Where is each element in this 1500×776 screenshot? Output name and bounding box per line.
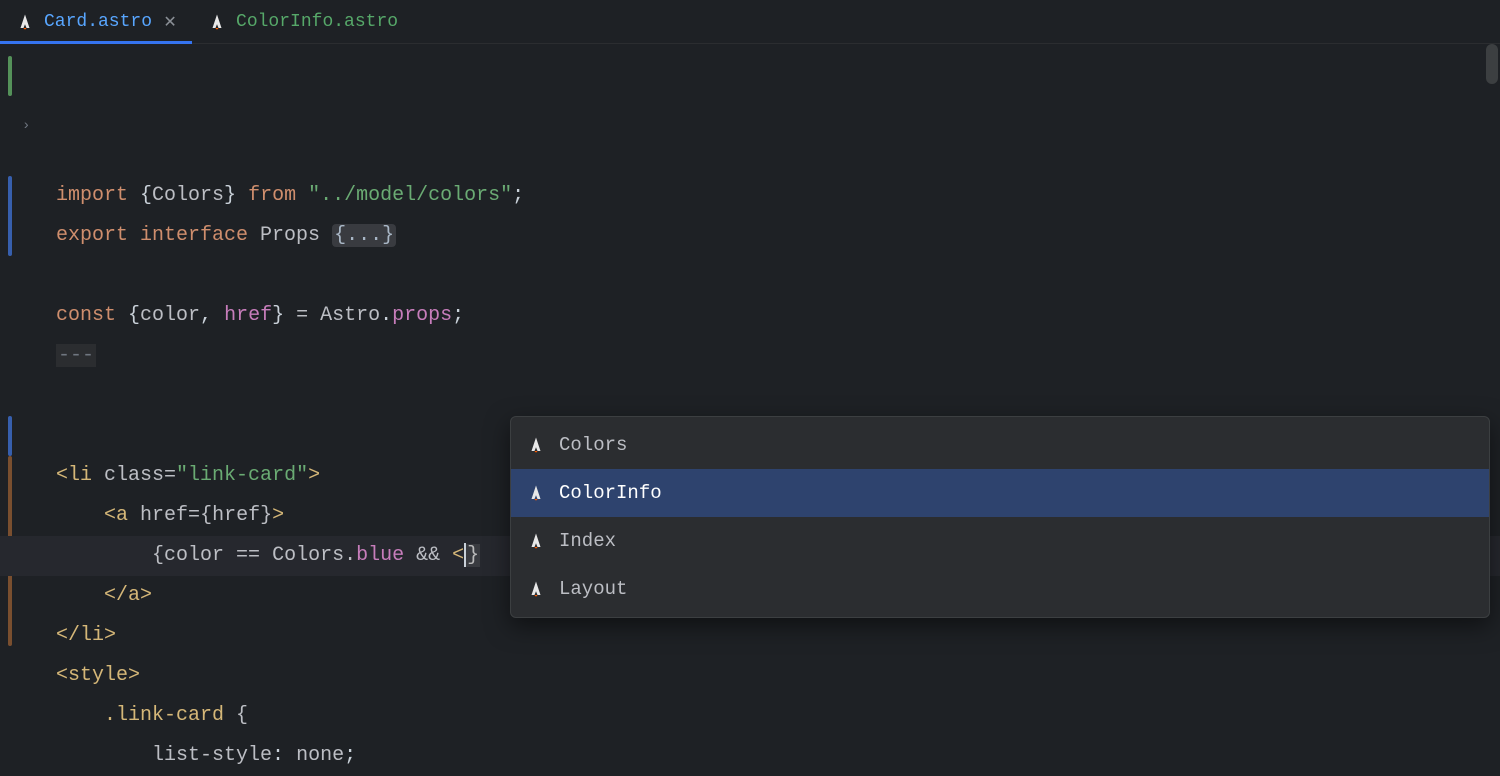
- astro-file-icon: [527, 436, 545, 454]
- code-line[interactable]: [56, 376, 1500, 416]
- code-line[interactable]: import {Colors} from "../model/colors";: [56, 176, 1500, 216]
- completion-item[interactable]: Index: [511, 517, 1489, 565]
- code-line[interactable]: const {color, href} = Astro.props;: [56, 296, 1500, 336]
- brace-match: }: [466, 544, 480, 567]
- completion-item[interactable]: ColorInfo: [511, 469, 1489, 517]
- scrollbar-thumb[interactable]: [1486, 44, 1498, 84]
- gutter: ›: [0, 44, 48, 604]
- close-icon[interactable]: ✕: [162, 12, 178, 32]
- tab-card-astro[interactable]: Card.astro ✕: [0, 0, 192, 43]
- tab-colorinfo-astro[interactable]: ColorInfo.astro ✕: [192, 0, 438, 43]
- tabs-bar: Card.astro ✕ ColorInfo.astro ✕: [0, 0, 1500, 44]
- astro-file-icon: [16, 13, 34, 31]
- code-line[interactable]: <style>: [56, 656, 1500, 696]
- code-line[interactable]: export interface Props {...}: [56, 216, 1500, 256]
- astro-file-icon: [208, 13, 226, 31]
- fold-chevron-icon[interactable]: ›: [22, 106, 30, 146]
- completion-item[interactable]: Colors: [511, 421, 1489, 469]
- completion-popup: Colors ColorInfo Index Layout: [510, 416, 1490, 618]
- change-marker: [8, 176, 12, 256]
- scrollbar[interactable]: [1486, 44, 1498, 604]
- folded-region[interactable]: {...}: [332, 224, 396, 247]
- astro-file-icon: [527, 484, 545, 502]
- code-line[interactable]: [56, 256, 1500, 296]
- tab-label: ColorInfo.astro: [236, 12, 398, 32]
- code-line[interactable]: .link-card {: [56, 696, 1500, 736]
- astro-file-icon: [527, 580, 545, 598]
- change-marker: [8, 56, 12, 96]
- completion-label: Colors: [559, 434, 627, 456]
- change-marker: [8, 416, 12, 456]
- completion-item[interactable]: Layout: [511, 565, 1489, 613]
- completion-label: Layout: [559, 578, 627, 600]
- code-line[interactable]: ---: [56, 336, 1500, 376]
- code-line[interactable]: </li>: [56, 616, 1500, 656]
- code-line[interactable]: list-style: none;: [56, 736, 1500, 776]
- tab-label: Card.astro: [44, 12, 152, 32]
- completion-label: Index: [559, 530, 616, 552]
- astro-file-icon: [527, 532, 545, 550]
- completion-label: ColorInfo: [559, 482, 662, 504]
